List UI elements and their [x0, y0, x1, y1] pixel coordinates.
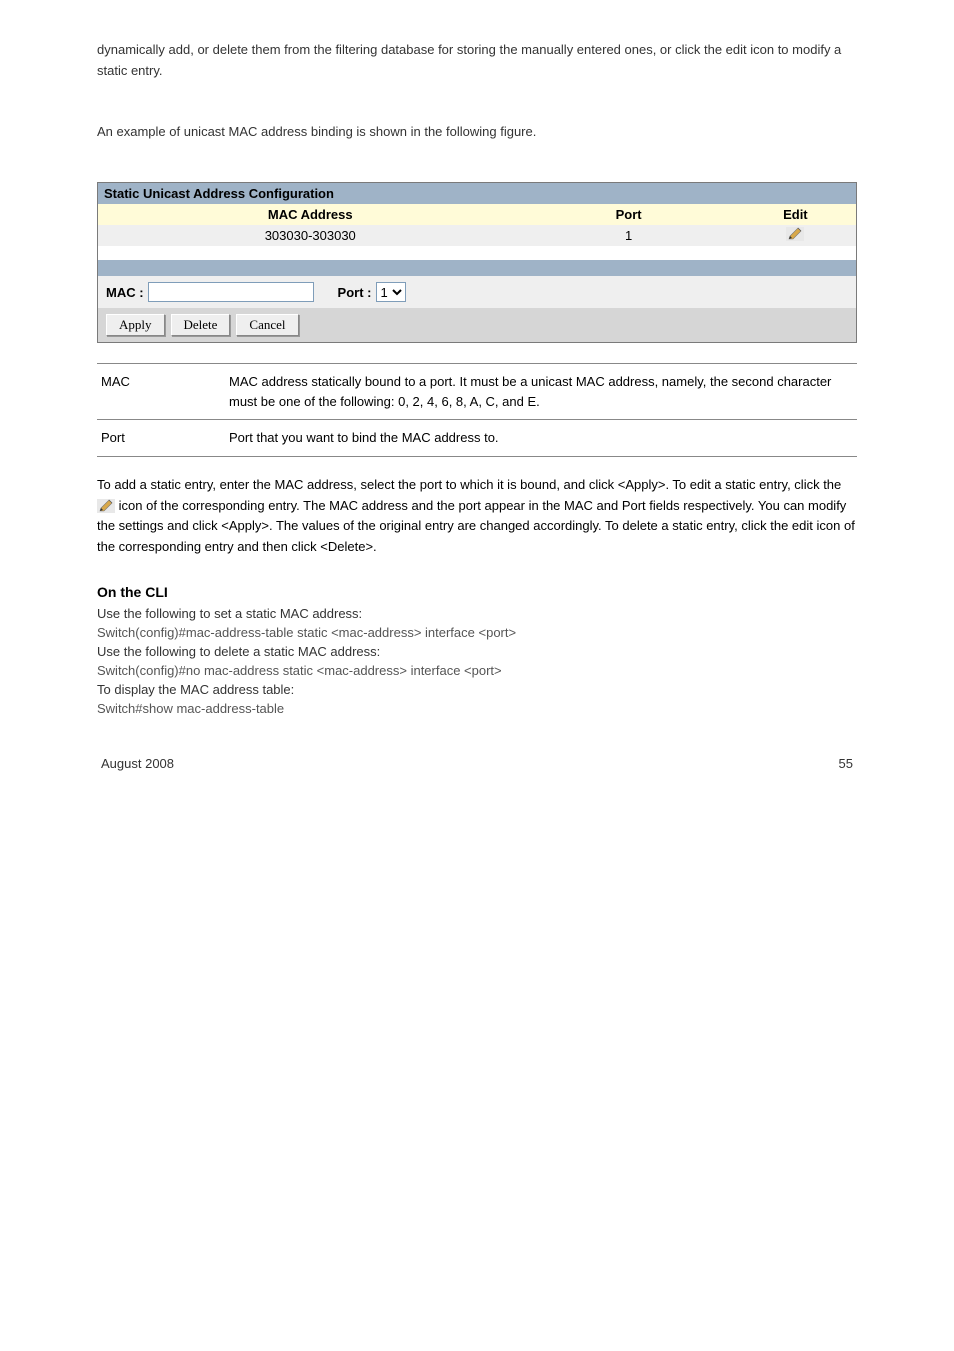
- edit-para-after: icon of the corresponding entry. The MAC…: [97, 498, 855, 555]
- cancel-button[interactable]: Cancel: [236, 314, 298, 336]
- cli-line-4: To display the MAC address table:: [97, 682, 857, 697]
- cli-line-2: Use the following to delete a static MAC…: [97, 644, 857, 659]
- config-title: Static Unicast Address Configuration: [98, 183, 856, 204]
- button-row: Apply Delete Cancel: [98, 308, 856, 342]
- apply-button[interactable]: Apply: [106, 314, 165, 336]
- pencil-icon: [97, 499, 115, 513]
- table-row: 303030-303030 1: [98, 225, 856, 246]
- edit-para-before: To add a static entry, enter the MAC add…: [97, 477, 841, 492]
- cli-line-0: Use the following to set a static MAC ad…: [97, 606, 857, 621]
- mac-table: MAC Address Port Edit 303030-303030 1: [98, 204, 856, 246]
- cli-heading: On the CLI: [97, 584, 857, 600]
- intro-text-1: dynamically add, or delete them from the…: [97, 40, 857, 82]
- mac-label: MAC :: [106, 285, 144, 300]
- def-mac-key: MAC: [97, 364, 225, 420]
- cell-edit: [735, 225, 856, 246]
- def-port-key: Port: [97, 420, 225, 457]
- col-mac: MAC Address: [98, 204, 522, 225]
- footer-left: August 2008: [101, 756, 174, 771]
- intro-text-2: An example of unicast MAC address bindin…: [97, 122, 857, 143]
- cli-line-1: Switch(config)#mac-address-table static …: [97, 625, 857, 640]
- port-label: Port :: [338, 285, 372, 300]
- footer-right: 55: [839, 756, 853, 771]
- pencil-icon[interactable]: [786, 227, 804, 241]
- cell-port: 1: [522, 225, 734, 246]
- col-port: Port: [522, 204, 734, 225]
- delete-button[interactable]: Delete: [171, 314, 231, 336]
- port-select[interactable]: 1: [376, 282, 406, 302]
- cli-line-3: Switch(config)#no mac-address static <ma…: [97, 663, 857, 678]
- cli-line-5: Switch#show mac-address-table: [97, 701, 857, 716]
- config-panel: Static Unicast Address Configuration MAC…: [97, 182, 857, 343]
- mac-input[interactable]: [148, 282, 314, 302]
- col-edit: Edit: [735, 204, 856, 225]
- def-port-text: Port that you want to bind the MAC addre…: [225, 420, 857, 457]
- form-row: MAC : Port : 1: [98, 276, 856, 308]
- page-footer: August 2008 55: [97, 756, 857, 771]
- cell-mac: 303030-303030: [98, 225, 522, 246]
- def-mac-text: MAC address statically bound to a port. …: [225, 364, 857, 420]
- definition-table: MAC MAC address statically bound to a po…: [97, 363, 857, 457]
- separator-bar: [98, 260, 856, 276]
- edit-paragraph: To add a static entry, enter the MAC add…: [97, 475, 857, 558]
